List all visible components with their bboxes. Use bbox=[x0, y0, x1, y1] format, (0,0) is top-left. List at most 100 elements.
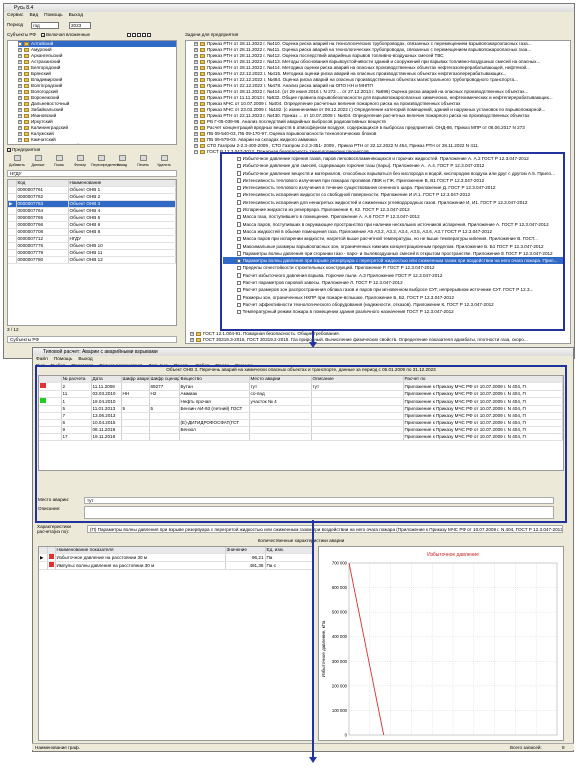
gost-item[interactable]: Расчет эффективности технологического об… bbox=[223, 301, 563, 308]
acc-col-scenario[interactable]: Шифр сценария bbox=[149, 376, 180, 383]
place-field[interactable]: тут bbox=[84, 497, 554, 504]
calc-menu-item-0[interactable]: Файл bbox=[36, 357, 48, 362]
tree-expand-icon[interactable] bbox=[127, 32, 131, 37]
gost-item[interactable]: Интенсивность теплового излучения при по… bbox=[223, 177, 563, 184]
expand-icon[interactable]: + bbox=[194, 137, 198, 142]
acc-col-code[interactable]: Шифр аварии bbox=[121, 376, 150, 383]
include-nested-checkbox[interactable]: ✓Включая вложенные bbox=[41, 32, 90, 37]
table-row[interactable]: 6 10.04.2015 (Е)-ДИГИДРОФОСФАТ(ГСТ Приложен… bbox=[39, 419, 563, 427]
ent-toolbar-button-1[interactable]: Данные bbox=[28, 155, 48, 167]
expand-icon[interactable]: + bbox=[18, 53, 22, 58]
gost-item[interactable]: Интенсивность теплового излучения в тече… bbox=[223, 184, 563, 191]
period-select[interactable]: год bbox=[31, 22, 59, 29]
expand-icon[interactable]: + bbox=[18, 137, 22, 142]
expand-icon[interactable]: + bbox=[18, 83, 22, 88]
ent-toolbar-button-6[interactable]: Печать bbox=[133, 155, 153, 167]
expand-icon[interactable]: + bbox=[18, 65, 22, 70]
gost-item[interactable]: Избыточное давление для смесей, содержащ… bbox=[223, 162, 563, 169]
table-row[interactable]: 2 11.11.2009 69277 Бутан тут тут Приложение к … bbox=[39, 382, 563, 391]
table-row[interactable]: 0000007708 Объект ОНВ 8 bbox=[8, 228, 176, 236]
menu-item-1[interactable]: Вид bbox=[29, 13, 38, 18]
enterprises-checkbox[interactable]: ✓ bbox=[7, 147, 11, 152]
table-row[interactable]: 0000007761 Объект ОНВ 1 bbox=[8, 186, 176, 194]
expand-icon[interactable]: + bbox=[194, 119, 198, 124]
expand-icon[interactable]: + bbox=[18, 89, 22, 94]
tree-collapse-icon[interactable] bbox=[132, 32, 136, 37]
expand-icon[interactable]: + bbox=[194, 65, 198, 70]
ent-toolbar-button-3[interactable]: Фильтр bbox=[70, 155, 90, 167]
gost-item[interactable]: Масса паров, поступивших в окружающее пр… bbox=[223, 221, 563, 228]
ent-toolbar-button-2[interactable]: Поиск bbox=[49, 155, 69, 167]
expand-icon[interactable]: + bbox=[194, 95, 198, 100]
expand-icon[interactable]: + bbox=[18, 113, 22, 118]
calc-menu-item-2[interactable]: Выход bbox=[78, 357, 92, 362]
tree-filter-icon[interactable] bbox=[147, 32, 151, 37]
gost-item[interactable]: Пределы огнестойкости строительных конст… bbox=[223, 264, 563, 271]
expand-icon[interactable]: + bbox=[190, 331, 194, 336]
gost-item[interactable]: Избыточное давление горения газов, паров… bbox=[223, 155, 563, 162]
calc-characteristics-value[interactable]: (П) Параметры волны давления при взрыве … bbox=[87, 525, 563, 533]
table-row[interactable]: ▶ Избыточное давление на расстоянии 30 м9… bbox=[39, 553, 313, 562]
table-row[interactable]: 0000007764 Объект ОНВ 4 bbox=[8, 207, 176, 215]
expand-icon[interactable]: + bbox=[194, 59, 198, 64]
expand-icon[interactable]: + bbox=[194, 113, 198, 118]
expand-icon[interactable]: + bbox=[194, 131, 198, 136]
table-row[interactable]: 7 13.06.2013 Приложение к Приказу МЧС РФ о… bbox=[39, 412, 563, 420]
table-row[interactable]: 0000007776 Объект ОНВ 10 bbox=[8, 242, 176, 250]
gost-item[interactable]: Расчет избыточного давления взрыва. Горю… bbox=[223, 272, 563, 279]
gost-item[interactable]: Параметры волны давления при взрыве резе… bbox=[223, 257, 563, 265]
expand-icon[interactable]: + bbox=[18, 119, 22, 124]
gost-item[interactable]: Размеры зон, ограниченных НКПР при пожар… bbox=[223, 294, 563, 301]
ent-toolbar-button-7[interactable]: Удалить bbox=[154, 155, 174, 167]
expand-icon[interactable]: + bbox=[194, 71, 198, 76]
tree-find-icon[interactable] bbox=[142, 32, 146, 37]
ent-toolbar-button-4[interactable]: Переопределено bbox=[91, 155, 120, 167]
table-row[interactable]: 0000007780 Объект ОНВ 12 bbox=[8, 256, 176, 264]
expand-icon[interactable]: + bbox=[18, 47, 22, 52]
calc-menu-item-1[interactable]: Помощь bbox=[54, 357, 73, 362]
expand-icon[interactable]: + bbox=[194, 53, 198, 58]
description-field[interactable] bbox=[84, 506, 554, 519]
gost-item[interactable]: Масса газа, поступившего в помещение. Пр… bbox=[223, 213, 563, 220]
expand-icon[interactable]: + bbox=[194, 83, 198, 88]
table-row[interactable]: 1 19.04.2010 Нефть прочая участок № 4 Прилож… bbox=[39, 397, 563, 406]
expand-icon[interactable]: + bbox=[18, 107, 22, 112]
expand-icon[interactable]: + bbox=[18, 125, 22, 130]
expand-icon[interactable]: + bbox=[194, 47, 198, 52]
expand-icon[interactable]: + bbox=[18, 71, 22, 76]
expand-icon[interactable]: + bbox=[18, 77, 22, 82]
table-row[interactable]: 0000007779 Объект ОНВ 11 bbox=[8, 249, 176, 257]
tree-print-icon[interactable] bbox=[137, 32, 141, 37]
expand-icon[interactable]: + bbox=[18, 143, 22, 144]
expand-icon[interactable]: + bbox=[18, 59, 22, 64]
expand-icon[interactable]: + bbox=[194, 77, 198, 82]
gost-item[interactable]: Интенсивность испарения для ненагретых ж… bbox=[223, 199, 563, 206]
expand-icon[interactable]: − bbox=[194, 149, 198, 154]
gost-item[interactable]: Испарение жидкости из резервуара. Прилож… bbox=[223, 206, 563, 213]
region-item[interactable]: + Карачаево-Черкесский bbox=[18, 143, 176, 144]
table-row[interactable]: 17 19.11.2018 Приложение к Приказу МЧС РФ … bbox=[39, 433, 563, 441]
expand-icon[interactable]: + bbox=[194, 41, 198, 46]
gost-item[interactable]: Параметры волны давления при сгорании га… bbox=[223, 250, 563, 257]
expand-icon[interactable]: + bbox=[194, 125, 198, 130]
menu-item-2[interactable]: Помощь bbox=[44, 13, 63, 18]
gost-item[interactable]: Температурный режим пожара в помещении з… bbox=[223, 308, 563, 315]
gost-item[interactable]: Расчет размеров зон распространения обла… bbox=[223, 286, 563, 293]
gost-item[interactable]: Масса паров при испарении жидкости, нагр… bbox=[223, 235, 563, 242]
gost-item[interactable]: Максимальные размеры взрывоопасных зон, … bbox=[223, 243, 563, 250]
ent-toolbar-button-0[interactable]: Добавить bbox=[7, 155, 27, 167]
menu-item-3[interactable]: Выход bbox=[69, 13, 83, 18]
table-row[interactable]: 9 08.11.2018 Бензол Приложение к Приказу МЧ… bbox=[39, 426, 563, 434]
task-item[interactable]: + ГОСТ 30319.3-2015, ГОСТ 30319.2-2015. Г… bbox=[190, 337, 566, 343]
table-row[interactable]: 5 11.01.2013 5 5 Бензин АИ-93 (летний) ГОСТ П… bbox=[39, 405, 563, 413]
expand-icon[interactable]: + bbox=[194, 143, 198, 148]
expand-icon[interactable]: + bbox=[194, 107, 198, 112]
year-select[interactable]: 2023 bbox=[69, 22, 91, 29]
table-row[interactable]: 0000007712 НГДУ bbox=[8, 235, 176, 243]
table-row[interactable]: ▶ 0000007763 Объект ОНВ 3 bbox=[8, 200, 176, 208]
table-row[interactable]: 11 03.03.2010 НН Н2 Аммиак со-пад Приложение к… bbox=[39, 390, 563, 398]
gost-item[interactable]: Масса жидкостей в обьеме помещения газа.… bbox=[223, 228, 563, 235]
gost-item[interactable]: Расчет параметров паровой завесы. Прилож… bbox=[223, 279, 563, 286]
ent-toolbar-button-5[interactable]: Назад bbox=[112, 155, 132, 167]
expand-icon[interactable]: + bbox=[194, 89, 198, 94]
